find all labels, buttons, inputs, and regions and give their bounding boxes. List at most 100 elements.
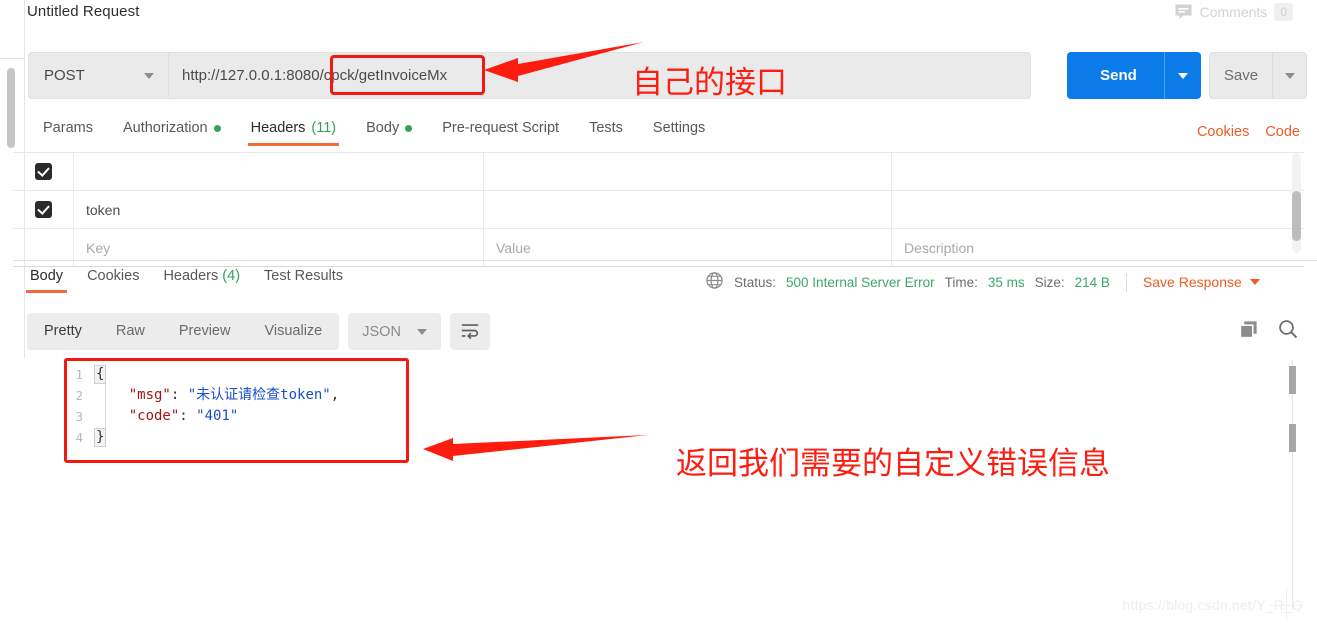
response-tab-test-results[interactable]: Test Results <box>252 268 355 293</box>
tab-params[interactable]: Params <box>28 120 108 146</box>
url-annotation-arrow <box>484 42 644 95</box>
save-response-label: Save Response <box>1142 274 1242 290</box>
url-text: http://127.0.0.1:8080/cpck/getInvoiceMx <box>182 67 447 84</box>
tab-pre-request-script[interactable]: Pre-request Script <box>427 120 574 146</box>
request-tabs: Params Authorization Headers (11) Body P… <box>28 120 1088 152</box>
json-open-brace[interactable]: { <box>94 365 107 384</box>
tab-label: Headers <box>250 120 306 136</box>
tab-body[interactable]: Body <box>351 120 427 146</box>
chevron-down-icon <box>1178 72 1188 79</box>
view-mode-visualize[interactable]: Visualize <box>247 313 339 350</box>
time-label: Time: <box>944 274 978 290</box>
tab-label: Tests <box>589 120 623 136</box>
chevron-down-icon <box>144 72 154 79</box>
status-dot-icon <box>213 124 221 132</box>
response-meta: Status: 500 Internal Server Error Time: … <box>705 271 1260 293</box>
save-button-label: Save <box>1223 67 1259 84</box>
response-tools <box>1238 318 1299 343</box>
tab-count: (4) <box>222 268 241 284</box>
cookies-link[interactable]: Cookies <box>1197 124 1249 140</box>
row-description-cell[interactable] <box>892 191 1304 228</box>
comments-button[interactable]: Comments 0 <box>1174 3 1293 21</box>
json-colon: : <box>179 408 197 424</box>
line-number: 1 <box>75 367 83 382</box>
response-divider <box>13 260 1317 261</box>
tab-count: (11) <box>311 120 337 136</box>
row-checkbox[interactable] <box>34 201 52 218</box>
time-value: 35 ms <box>987 274 1025 290</box>
row-value-cell[interactable] <box>484 153 892 190</box>
line-number: 4 <box>75 430 83 445</box>
tab-label: Body <box>30 268 64 284</box>
headers-scrollbar[interactable] <box>1292 153 1301 253</box>
tab-label: Settings <box>652 120 706 136</box>
body-scrollbar-thumb[interactable] <box>1289 424 1296 452</box>
view-mode-preview[interactable]: Preview <box>162 313 248 350</box>
headers-scrollbar-thumb[interactable] <box>1292 191 1301 241</box>
size-value: 214 B <box>1074 274 1110 290</box>
save-options-button[interactable] <box>1272 53 1306 98</box>
json-value: "未认证请检查token" <box>187 387 331 403</box>
watermark: https://blog.csdn.net/Y_R_Q <box>1122 597 1303 613</box>
chevron-down-icon <box>416 328 427 335</box>
response-tab-body[interactable]: Body <box>18 268 75 293</box>
body-scrollbar-track[interactable] <box>1292 360 1293 610</box>
tab-settings[interactable]: Settings <box>638 120 720 146</box>
row-description-cell[interactable] <box>892 153 1304 190</box>
http-method-select[interactable]: POST <box>28 52 168 99</box>
response-format-bar: Pretty Raw Preview Visualize JSON <box>27 313 490 350</box>
row-checkbox[interactable] <box>34 163 52 180</box>
line-number: 2 <box>75 388 83 403</box>
meta-divider <box>1125 272 1127 292</box>
code-link[interactable]: Code <box>1265 124 1300 140</box>
body-annotation-text: 返回我们需要的自定义错误信息 <box>676 446 1110 482</box>
row-value-cell[interactable] <box>484 191 892 228</box>
chevron-down-icon <box>1249 279 1260 285</box>
json-key: "code" <box>128 408 180 424</box>
status-label: Status: <box>734 274 777 290</box>
table-row-new[interactable]: Key Value Description <box>13 229 1304 267</box>
copy-button[interactable] <box>1238 319 1259 343</box>
save-response-button[interactable]: Save Response <box>1143 274 1260 290</box>
send-options-button[interactable] <box>1164 52 1201 99</box>
line-number: 3 <box>75 409 83 424</box>
tab-label: Headers <box>163 268 219 284</box>
view-mode-pretty[interactable]: Pretty <box>27 313 99 350</box>
view-mode-group: Pretty Raw Preview Visualize <box>27 313 340 350</box>
language-select[interactable]: JSON <box>348 313 441 350</box>
word-wrap-button[interactable] <box>449 313 490 350</box>
comment-icon <box>1174 3 1193 21</box>
response-tabs: Body Cookies Headers (4) Test Results <box>18 268 355 293</box>
save-button[interactable]: Save <box>1209 52 1307 99</box>
json-value: "401" <box>196 408 239 424</box>
body-scrollbar-thumb[interactable] <box>1289 366 1296 394</box>
headers-table: token Key Value Description <box>13 152 1304 267</box>
response-tab-cookies[interactable]: Cookies <box>75 268 151 293</box>
view-mode-raw[interactable]: Raw <box>99 313 162 350</box>
row-checkbox-cell[interactable] <box>13 153 74 190</box>
globe-icon <box>705 271 724 293</box>
tab-label: Authorization <box>122 120 208 136</box>
response-body-viewer[interactable]: 1 2 3 4 { "msg": "未认证请检查token", "code": "40… <box>13 358 1304 614</box>
tab-headers[interactable]: Headers (11) <box>236 120 352 146</box>
tab-authorization[interactable]: Authorization <box>108 120 236 146</box>
json-close-brace[interactable]: } <box>94 428 107 447</box>
row-key-cell[interactable] <box>74 153 484 190</box>
url-path: /cpck/getInvoiceMx <box>319 67 448 84</box>
bottom-bar <box>13 614 1304 630</box>
tab-label: Body <box>366 120 400 136</box>
response-tab-headers[interactable]: Headers (4) <box>151 268 252 293</box>
copy-icon <box>1238 320 1259 343</box>
json-key: "msg" <box>128 387 171 403</box>
page-title: Untitled Request <box>27 3 140 20</box>
table-row[interactable] <box>13 153 1304 191</box>
table-row[interactable]: token <box>13 191 1304 229</box>
search-button[interactable] <box>1277 318 1299 343</box>
row-key-cell[interactable]: token <box>74 191 484 228</box>
send-button[interactable]: Send <box>1067 52 1201 99</box>
http-method-value: POST <box>44 67 85 84</box>
comments-label: Comments <box>1199 4 1268 20</box>
sidebar-scrollbar-thumb[interactable] <box>7 68 15 148</box>
row-checkbox-cell[interactable] <box>13 191 74 228</box>
tab-tests[interactable]: Tests <box>574 120 638 146</box>
